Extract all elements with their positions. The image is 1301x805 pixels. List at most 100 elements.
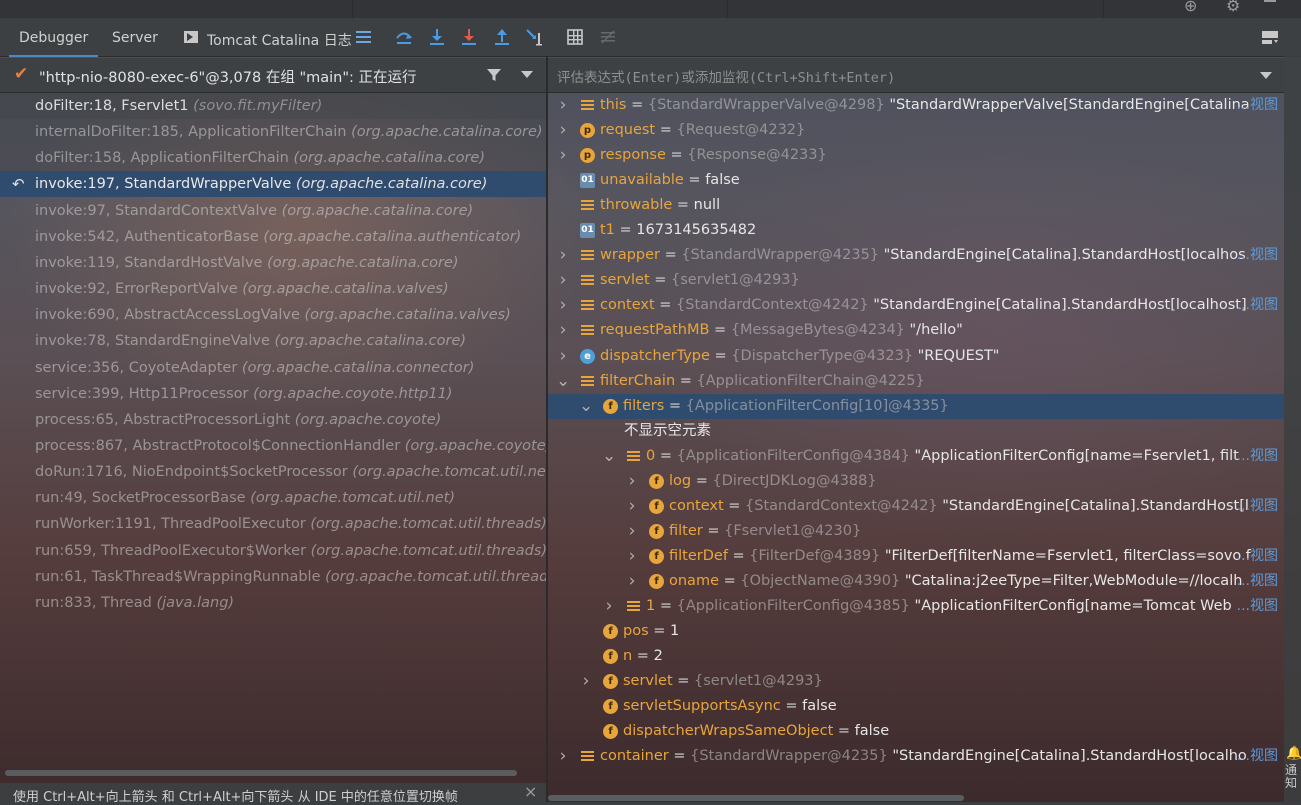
variable-row[interactable]: › context = {StandardContext@4242} "Stand… <box>548 293 1284 318</box>
variable-row[interactable]: ⌄ f filters = {ApplicationFilterConfig[10]… <box>548 393 1284 419</box>
variable-row[interactable]: › servlet = {servlet1@4293} <box>548 268 1284 293</box>
variable-row[interactable]: › container = {StandardWrapper@4235} "Sta… <box>548 744 1284 769</box>
tab-server[interactable]: Server <box>112 30 158 46</box>
view-link[interactable]: ...视图 <box>1237 544 1278 569</box>
stack-frame[interactable]: run:49, SocketProcessorBase (org.apache.… <box>0 485 546 511</box>
variable-row[interactable]: f servletSupportsAsync = false <box>548 694 1284 719</box>
crosshair-icon[interactable]: ⊕ <box>1184 0 1197 15</box>
step-into-icon[interactable] <box>427 27 447 47</box>
expand-arrow-icon[interactable]: › <box>556 293 570 318</box>
tab-tomcat-log[interactable]: Tomcat Catalina 日志 <box>207 30 352 50</box>
stack-frame[interactable]: run:833, Thread (java.lang) <box>0 590 546 616</box>
variable-row[interactable]: › f log = {DirectJDKLog@4388} <box>548 469 1284 494</box>
stack-frame[interactable]: doFilter:158, ApplicationFilterChain (or… <box>0 145 546 172</box>
expand-arrow-icon[interactable]: › <box>556 318 570 343</box>
expand-arrow-icon[interactable]: › <box>556 744 570 769</box>
stack-frame[interactable]: invoke:119, StandardHostValve (org.apach… <box>0 250 546 276</box>
collapse-arrow-icon[interactable]: ⌄ <box>602 444 616 469</box>
view-link[interactable]: ...视图 <box>1237 243 1278 268</box>
variable-row[interactable]: › requestPathMB = {MessageBytes@4234} "/h… <box>548 318 1284 343</box>
variable-row[interactable]: 不显示空元素 <box>548 419 1284 444</box>
variable-row[interactable]: › f filter = {Fservlet1@4230} <box>548 519 1284 544</box>
expand-arrow-icon[interactable]: › <box>556 268 570 293</box>
stack-frame[interactable]: ↶ invoke:197, StandardWrapperValve (org.a… <box>0 171 546 198</box>
stack-frame[interactable]: run:659, ThreadPoolExecutor$Worker (org.… <box>0 538 546 564</box>
stack-frame[interactable]: invoke:97, StandardContextValve (org.apa… <box>0 198 546 224</box>
expand-arrow-icon[interactable]: › <box>556 344 570 369</box>
thread-selector[interactable]: ✔ "http-nio-8080-exec-6"@3,078 在组 "main"… <box>0 58 546 93</box>
stack-frame[interactable]: doFilter:18, Fservlet1 (sovo.fit.myFilte… <box>0 93 546 119</box>
expand-arrow-icon[interactable]: › <box>625 494 639 519</box>
close-icon[interactable]: × <box>524 782 537 801</box>
filter-icon[interactable] <box>486 67 502 83</box>
variable-row[interactable]: › p response = {Response@4233} <box>548 143 1284 168</box>
variable-row[interactable]: › e dispatcherType = {DispatcherType@4323}… <box>548 344 1284 369</box>
variable-row[interactable]: throwable = null <box>548 193 1284 218</box>
variable-row[interactable]: ⌄ 0 = {ApplicationFilterConfig@4384} "App… <box>548 444 1284 469</box>
stack-frame[interactable]: invoke:690, AbstractAccessLogValve (org.… <box>0 302 546 328</box>
view-link[interactable]: ...视图 <box>1237 569 1278 594</box>
stack-frame[interactable]: run:61, TaskThread$WrappingRunnable (org… <box>0 564 546 590</box>
minimize-icon[interactable] <box>1264 0 1276 2</box>
force-step-into-icon[interactable] <box>459 27 479 47</box>
stack-frame[interactable]: process:65, AbstractProcessorLight (org.… <box>0 407 546 433</box>
notifications-icon[interactable]: 🔔 <box>1286 746 1301 761</box>
evaluate-expression-bar[interactable]: 评估表达式(Enter)或添加监视(Ctrl+Shift+Enter) <box>548 58 1284 93</box>
view-link[interactable]: ...视图 <box>1237 293 1278 318</box>
variable-row[interactable]: f n = 2 <box>548 644 1284 669</box>
variable-row[interactable]: 01 unavailable = false <box>548 168 1284 193</box>
tab-debugger[interactable]: Debugger <box>8 30 99 57</box>
expand-arrow-icon[interactable]: › <box>556 243 570 268</box>
variable-row[interactable]: › f filterDef = {FilterDef@4389} "FilterDe… <box>548 544 1284 569</box>
stack-frame[interactable]: process:867, AbstractProtocol$Connection… <box>0 433 546 459</box>
expand-arrow-icon[interactable]: › <box>556 118 570 143</box>
stack-frame[interactable]: runWorker:1191, ThreadPoolExecutor (org.… <box>0 511 546 537</box>
view-link[interactable]: ...视图 <box>1237 444 1278 469</box>
variable-row[interactable]: f dispatcherWrapsSameObject = false <box>548 719 1284 744</box>
expand-arrow-icon[interactable]: › <box>625 544 639 569</box>
expand-arrow-icon[interactable]: › <box>602 594 616 619</box>
gear-icon[interactable]: ⚙ <box>1226 0 1240 15</box>
stack-frame[interactable]: service:399, Http11Processor (org.apache… <box>0 381 546 407</box>
expand-arrow-icon[interactable]: › <box>556 93 570 118</box>
stack-frame[interactable]: internalDoFilter:185, ApplicationFilterC… <box>0 119 546 146</box>
variable-row[interactable]: › p request = {Request@4232} <box>548 118 1284 143</box>
menu-icon[interactable] <box>354 27 374 47</box>
collapse-arrow-icon[interactable]: ⌄ <box>556 369 570 394</box>
view-link[interactable]: ...视图 <box>1237 744 1278 769</box>
stack-frame[interactable]: invoke:78, StandardEngineValve (org.apac… <box>0 328 546 354</box>
layout-icon[interactable] <box>1260 27 1280 47</box>
stack-frame[interactable]: doRun:1716, NioEndpoint$SocketProcessor … <box>0 459 546 485</box>
step-over-icon[interactable] <box>394 27 414 47</box>
notifications-label[interactable]: 通知 <box>1285 764 1299 790</box>
variable-row[interactable]: › f servlet = {servlet1@4293} <box>548 669 1284 694</box>
expand-arrow-icon[interactable]: › <box>579 669 593 694</box>
variable-row[interactable]: f pos = 1 <box>548 619 1284 644</box>
run-to-cursor-icon[interactable] <box>524 27 544 47</box>
expand-arrow-icon[interactable]: › <box>556 143 570 168</box>
variable-row[interactable]: ⌄ filterChain = {ApplicationFilterChain@4… <box>548 369 1284 394</box>
view-link[interactable]: ...视图 <box>1237 494 1278 519</box>
variable-row[interactable]: › wrapper = {StandardWrapper@4235} "Stand… <box>548 243 1284 268</box>
variable-row[interactable]: › f oname = {ObjectName@4390} "Catalina:j2… <box>548 569 1284 594</box>
variable-row[interactable]: › 1 = {ApplicationFilterConfig@4385} "App… <box>548 594 1284 619</box>
frames-scrollbar[interactable] <box>5 770 517 776</box>
variable-row[interactable]: 01 t1 = 1673145635482 <box>548 218 1284 243</box>
chevron-down-icon[interactable] <box>521 71 533 78</box>
variable-row[interactable]: › this = {StandardWrapperValve@4298} "Sta… <box>548 93 1284 118</box>
stack-frame[interactable]: invoke:92, ErrorReportValve (org.apache.… <box>0 276 546 302</box>
evaluate-expression-input[interactable]: 评估表达式(Enter)或添加监视(Ctrl+Shift+Enter) <box>557 66 895 86</box>
expand-arrow-icon[interactable]: › <box>625 569 639 594</box>
trace-icon[interactable] <box>598 27 618 47</box>
evaluate-table-icon[interactable] <box>565 27 585 47</box>
expand-arrow-icon[interactable]: › <box>625 519 639 544</box>
stack-frame[interactable]: invoke:542, AuthenticatorBase (org.apach… <box>0 224 546 250</box>
collapse-arrow-icon[interactable]: ⌄ <box>579 394 593 419</box>
view-link[interactable]: ...视图 <box>1237 594 1278 619</box>
chevron-down-icon[interactable] <box>1260 72 1272 79</box>
stack-frame[interactable]: service:356, CoyoteAdapter (org.apache.c… <box>0 355 546 381</box>
view-link[interactable]: ...视图 <box>1237 93 1278 118</box>
expand-arrow-icon[interactable]: › <box>625 469 639 494</box>
variable-row[interactable]: › f context = {StandardContext@4242} "Stan… <box>548 494 1284 519</box>
step-out-icon[interactable] <box>492 27 512 47</box>
